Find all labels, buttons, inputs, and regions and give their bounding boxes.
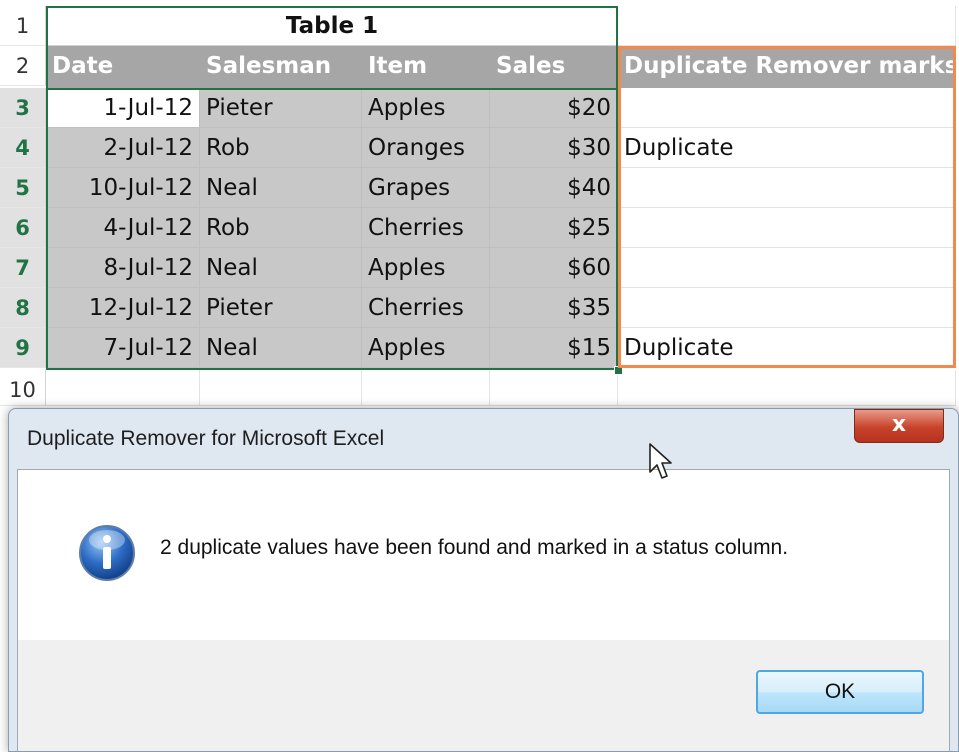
spreadsheet-cell[interactable]: Apples xyxy=(362,248,490,288)
spreadsheet-cell[interactable]: Pieter xyxy=(200,288,362,328)
duplicate-remover-dialog: Duplicate Remover for Microsoft Excel x … xyxy=(8,408,959,752)
ok-button[interactable]: OK xyxy=(756,670,924,714)
row-header[interactable]: 9 xyxy=(0,328,46,368)
dialog-title: Duplicate Remover for Microsoft Excel xyxy=(27,427,385,450)
spreadsheet-cell[interactable]: $60 xyxy=(490,248,618,288)
row-header[interactable]: 2 xyxy=(0,46,46,86)
status-cell[interactable]: Duplicate xyxy=(618,128,956,168)
message-area: 2 duplicate values have been found and m… xyxy=(18,470,949,640)
spreadsheet-cell[interactable]: 1-Jul-12 xyxy=(46,88,200,128)
column-header[interactable]: Duplicate Remover marks xyxy=(618,46,956,88)
spreadsheet-cell[interactable]: 7-Jul-12 xyxy=(46,328,200,368)
spreadsheet-cell[interactable]: Rob xyxy=(200,208,362,248)
row-header[interactable]: 6 xyxy=(0,208,46,248)
spreadsheet-cell[interactable]: $35 xyxy=(490,288,618,328)
spreadsheet-cell[interactable] xyxy=(46,370,200,406)
row-header[interactable]: 7 xyxy=(0,248,46,288)
fill-handle[interactable] xyxy=(614,366,623,375)
spreadsheet-cell[interactable]: $15 xyxy=(490,328,618,368)
spreadsheet-cell[interactable]: 2-Jul-12 xyxy=(46,128,200,168)
column-header[interactable]: Date xyxy=(46,46,200,88)
spreadsheet-cell[interactable]: Neal xyxy=(200,168,362,208)
dialog-body: 2 duplicate values have been found and m… xyxy=(17,469,950,751)
spreadsheet-cell[interactable]: Cherries xyxy=(362,208,490,248)
spreadsheet-cell[interactable]: 4-Jul-12 xyxy=(46,208,200,248)
status-cell[interactable] xyxy=(618,248,956,288)
status-cell[interactable] xyxy=(618,168,956,208)
spreadsheet-cell[interactable]: Rob xyxy=(200,128,362,168)
spreadsheet-cell[interactable]: Apples xyxy=(362,88,490,128)
spreadsheet-cell[interactable]: Neal xyxy=(200,248,362,288)
status-cell[interactable] xyxy=(618,288,956,328)
column-header[interactable]: Sales xyxy=(490,46,618,88)
spreadsheet-cell[interactable]: Grapes xyxy=(362,168,490,208)
dialog-message: 2 duplicate values have been found and m… xyxy=(160,536,789,559)
spreadsheet-cell[interactable]: Oranges xyxy=(362,128,490,168)
info-icon xyxy=(79,525,135,581)
spreadsheet-cell[interactable] xyxy=(200,370,362,406)
column-header[interactable]: Item xyxy=(362,46,490,88)
spreadsheet-cell[interactable]: 10-Jul-12 xyxy=(46,168,200,208)
table-title: Table 1 xyxy=(46,6,618,46)
row-header[interactable]: 8 xyxy=(0,288,46,328)
row-header[interactable]: 10 xyxy=(0,370,46,406)
spreadsheet-cell[interactable] xyxy=(362,370,490,406)
spreadsheet-cell[interactable]: 8-Jul-12 xyxy=(46,248,200,288)
spreadsheet-cell[interactable]: $30 xyxy=(490,128,618,168)
status-cell[interactable] xyxy=(618,88,956,128)
spreadsheet-cell[interactable]: Cherries xyxy=(362,288,490,328)
close-button[interactable]: x xyxy=(854,409,944,443)
status-cell[interactable] xyxy=(618,208,956,248)
spreadsheet-cell[interactable] xyxy=(490,370,618,406)
spreadsheet-cell[interactable]: $25 xyxy=(490,208,618,248)
spreadsheet-cell[interactable]: $40 xyxy=(490,168,618,208)
row-header[interactable]: 3 xyxy=(0,88,46,128)
spreadsheet-cell[interactable]: Neal xyxy=(200,328,362,368)
spreadsheet-cell[interactable]: Apples xyxy=(362,328,490,368)
status-cell[interactable]: Duplicate xyxy=(618,328,956,368)
spreadsheet-cell[interactable] xyxy=(618,6,956,46)
row-header[interactable]: 1 xyxy=(0,6,46,46)
column-header[interactable]: Salesman xyxy=(200,46,362,88)
spreadsheet-cell[interactable]: Pieter xyxy=(200,88,362,128)
row-header[interactable]: 5 xyxy=(0,168,46,208)
spreadsheet-cell[interactable] xyxy=(618,370,956,406)
row-header[interactable]: 4 xyxy=(0,128,46,168)
spreadsheet-cell[interactable]: $20 xyxy=(490,88,618,128)
spreadsheet-cell[interactable]: 12-Jul-12 xyxy=(46,288,200,328)
